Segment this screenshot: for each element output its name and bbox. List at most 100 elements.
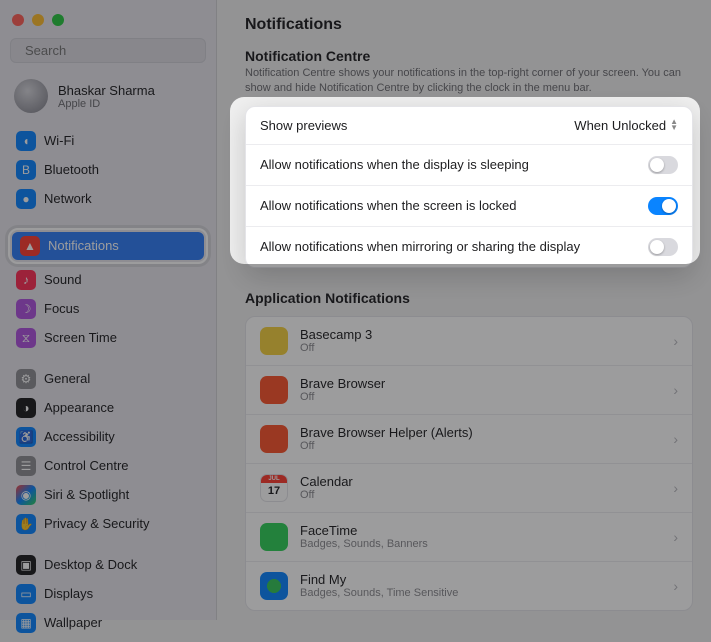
app-row-brave-browser-helper-alerts-[interactable]: Brave Browser Helper (Alerts) Off › xyxy=(246,415,692,464)
find-my-icon xyxy=(260,572,288,600)
chevron-right-icon: › xyxy=(673,333,678,349)
sidebar-item-control-centre[interactable]: ☰ Control Centre xyxy=(8,452,208,480)
screentime-icon: ⧖ xyxy=(16,328,36,348)
app-name: FaceTime xyxy=(300,523,673,538)
sidebar-item-bluetooth[interactable]: B Bluetooth xyxy=(8,156,208,184)
sidebar-item-label: Wallpaper xyxy=(44,614,200,632)
focus-icon: ☽ xyxy=(16,299,36,319)
brave-browser-icon xyxy=(260,376,288,404)
app-sub: Off xyxy=(300,440,673,453)
app-row-calendar[interactable]: JUL17 Calendar Off › xyxy=(246,464,692,513)
app-name: Brave Browser xyxy=(300,376,673,391)
toggle-allow-mirroring[interactable] xyxy=(648,238,678,256)
displays-icon: ▭ xyxy=(16,584,36,604)
row-allow-sleeping: Allow notifications when the display is … xyxy=(246,145,692,186)
search-input[interactable] xyxy=(10,38,206,63)
app-sub: Badges, Sounds, Time Sensitive xyxy=(300,587,673,600)
sidebar-item-label: Accessibility xyxy=(44,428,200,446)
sidebar-item-focus[interactable]: ☽ Focus xyxy=(8,295,208,323)
chevron-right-icon: › xyxy=(673,578,678,594)
application-list: Basecamp 3 Off › Brave Browser Off › Bra… xyxy=(245,316,693,611)
app-row-basecamp-3[interactable]: Basecamp 3 Off › xyxy=(246,317,692,366)
sidebar-item-apple-id[interactable]: Bhaskar Sharma Apple ID xyxy=(0,73,216,123)
sidebar-item-wi-fi[interactable]: ◖ Wi-Fi xyxy=(8,127,208,155)
sidebar-item-label: Desktop & Dock xyxy=(44,556,200,574)
window-controls xyxy=(0,8,216,36)
appearance-icon: ◑ xyxy=(16,398,36,418)
sidebar-item-privacy-security[interactable]: ✋ Privacy & Security xyxy=(8,510,208,538)
sidebar-item-siri-spotlight[interactable]: ◉ Siri & Spotlight xyxy=(8,481,208,509)
sidebar-item-wallpaper[interactable]: ▦ Wallpaper xyxy=(8,609,208,637)
row-allow-locked: Allow notifications when the screen is l… xyxy=(246,186,692,227)
bluetooth-icon: B xyxy=(16,160,36,180)
bell-icon: ▲ xyxy=(20,236,40,256)
user-sub: Apple ID xyxy=(58,98,155,110)
sound-icon: ♪ xyxy=(16,270,36,290)
chevron-right-icon: › xyxy=(673,480,678,496)
sidebar-item-screen-time[interactable]: ⧖ Screen Time xyxy=(8,324,208,352)
app-row-find-my[interactable]: Find My Badges, Sounds, Time Sensitive › xyxy=(246,562,692,610)
siri-icon: ◉ xyxy=(16,485,36,505)
close-button[interactable] xyxy=(12,14,24,26)
toggle-allow-sleeping[interactable] xyxy=(648,156,678,174)
dropdown-show-previews[interactable]: When Unlocked ▲▼ xyxy=(574,118,678,133)
gear-icon: ⚙ xyxy=(16,369,36,389)
calendar-icon: JUL17 xyxy=(260,474,288,502)
stepper-icon: ▲▼ xyxy=(670,119,678,131)
toggle-allow-locked[interactable] xyxy=(648,197,678,215)
sidebar-item-label: Displays xyxy=(44,585,200,603)
sidebar-item-label: Network xyxy=(44,190,200,208)
sidebar-item-accessibility[interactable]: ♿ Accessibility xyxy=(8,423,208,451)
sidebar-item-network[interactable]: ● Network xyxy=(8,185,208,213)
sidebar-item-notifications[interactable]: ▲ Notifications xyxy=(12,232,204,260)
row-label: Allow notifications when the screen is l… xyxy=(260,198,517,213)
sidebar-item-sound[interactable]: ♪ Sound xyxy=(8,266,208,294)
dropdown-value: When Unlocked xyxy=(574,118,666,133)
chevron-right-icon: › xyxy=(673,431,678,447)
sidebar: Bhaskar Sharma Apple ID ◖ Wi-Fi B Blueto… xyxy=(0,0,217,620)
control-centre-icon: ☰ xyxy=(16,456,36,476)
sidebar-item-label: Bluetooth xyxy=(44,161,200,179)
row-label: Show previews xyxy=(260,118,347,133)
avatar xyxy=(14,79,48,113)
row-label: Allow notifications when mirroring or sh… xyxy=(260,239,580,254)
row-show-previews[interactable]: Show previews When Unlocked ▲▼ xyxy=(246,107,692,145)
notification-options-card: Show previews When Unlocked ▲▼ Allow not… xyxy=(245,106,693,268)
sidebar-item-displays[interactable]: ▭ Displays xyxy=(8,580,208,608)
row-allow-mirroring: Allow notifications when mirroring or sh… xyxy=(246,227,692,267)
app-name: Find My xyxy=(300,572,673,587)
chevron-right-icon: › xyxy=(673,529,678,545)
chevron-right-icon: › xyxy=(673,382,678,398)
section-apps-label: Application Notifications xyxy=(245,290,693,306)
window-root: Bhaskar Sharma Apple ID ◖ Wi-Fi B Blueto… xyxy=(0,0,711,620)
maximize-button[interactable] xyxy=(52,14,64,26)
sidebar-item-label: Screen Time xyxy=(44,329,200,347)
desktop-icon: ▣ xyxy=(16,555,36,575)
sidebar-item-desktop-dock[interactable]: ▣ Desktop & Dock xyxy=(8,551,208,579)
app-sub: Off xyxy=(300,391,673,404)
minimize-button[interactable] xyxy=(32,14,44,26)
wallpaper-icon: ▦ xyxy=(16,613,36,633)
sidebar-item-label: General xyxy=(44,370,200,388)
user-name: Bhaskar Sharma xyxy=(58,83,155,98)
facetime-icon xyxy=(260,523,288,551)
sidebar-list: ◖ Wi-Fi B Bluetooth ● Network ▲ Notifica… xyxy=(0,123,216,642)
page-title: Notifications xyxy=(245,16,693,34)
sidebar-item-appearance[interactable]: ◑ Appearance xyxy=(8,394,208,422)
app-name: Basecamp 3 xyxy=(300,327,673,342)
main-panel: Notifications Notification Centre Notifi… xyxy=(217,0,711,620)
sidebar-item-label: Focus xyxy=(44,300,200,318)
app-name: Calendar xyxy=(300,474,673,489)
sidebar-item-general[interactable]: ⚙ General xyxy=(8,365,208,393)
basecamp-3-icon xyxy=(260,327,288,355)
sidebar-item-label: Appearance xyxy=(44,399,200,417)
app-row-brave-browser[interactable]: Brave Browser Off › xyxy=(246,366,692,415)
section-centre-label: Notification Centre xyxy=(245,48,693,64)
sidebar-item-label: Sound xyxy=(44,271,200,289)
section-centre-desc: Notification Centre shows your notificat… xyxy=(245,66,693,96)
wifi-icon: ◖ xyxy=(16,131,36,151)
app-row-facetime[interactable]: FaceTime Badges, Sounds, Banners › xyxy=(246,513,692,562)
app-sub: Badges, Sounds, Banners xyxy=(300,538,673,551)
row-label: Allow notifications when the display is … xyxy=(260,157,529,172)
search-field[interactable] xyxy=(25,43,201,58)
